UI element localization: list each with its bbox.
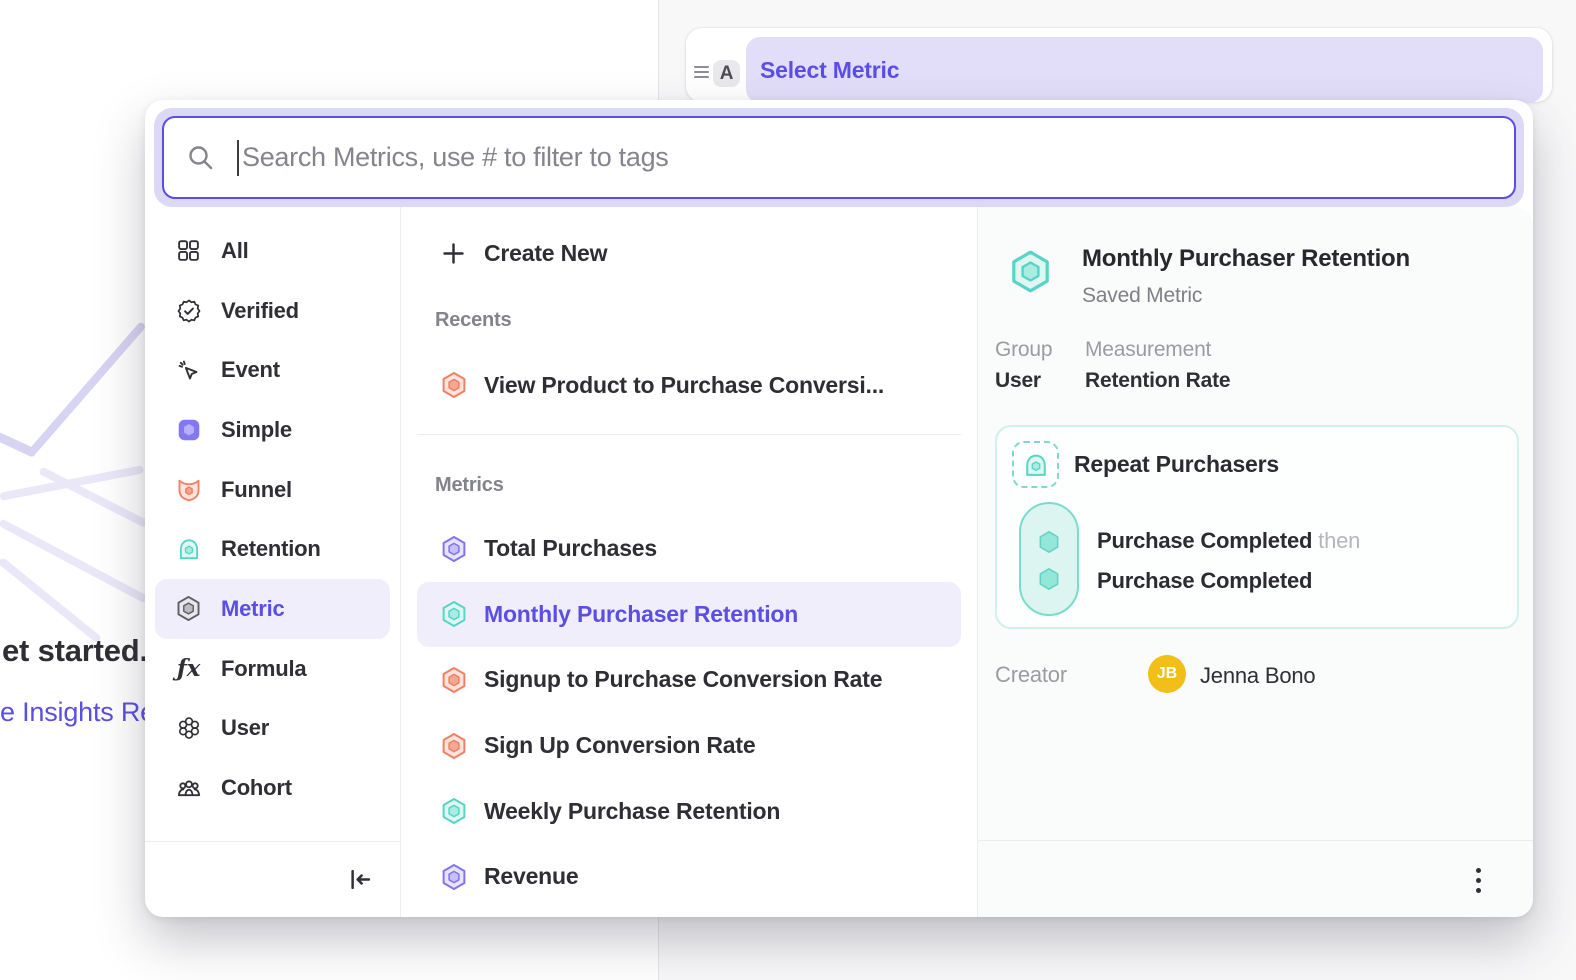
metric-row-label: Revenue bbox=[484, 863, 578, 890]
metric-hexagon-icon bbox=[440, 535, 468, 563]
select-metric-button[interactable]: Select Metric bbox=[746, 37, 1543, 103]
metric-row[interactable]: Revenue bbox=[417, 844, 961, 910]
metric-row-label: Total Purchases bbox=[484, 535, 657, 562]
metric-picker-modal: Search Metrics, use # to filter to tags … bbox=[145, 100, 1533, 917]
sidebar-item-label: Formula bbox=[221, 656, 306, 682]
metric-hexagon-icon bbox=[440, 863, 468, 891]
list-divider bbox=[417, 434, 961, 435]
metric-hexagon-icon bbox=[440, 600, 468, 628]
create-new-button[interactable]: Create New bbox=[440, 227, 607, 279]
collapse-left-icon[interactable] bbox=[347, 866, 374, 893]
step-hexagon-icon bbox=[1036, 566, 1062, 592]
metric-list-panel: Create New Recents View Product to Purch… bbox=[401, 207, 978, 917]
saved-metric-drop-icon bbox=[1012, 441, 1059, 488]
sidebar-item-label: User bbox=[221, 715, 269, 741]
creator-avatar: JB bbox=[1148, 655, 1186, 693]
sidebar-item-all[interactable]: All bbox=[155, 221, 390, 281]
measurement-value: Retention Rate bbox=[1085, 369, 1230, 393]
search-focus-ring: Search Metrics, use # to filter to tags bbox=[154, 108, 1524, 207]
sidebar-item-label: Funnel bbox=[221, 477, 292, 503]
metric-definition-card: Repeat Purchasers Purchase Completed the… bbox=[995, 425, 1519, 629]
sidebar-item-metric[interactable]: Metric bbox=[155, 579, 390, 639]
sidebar-item-label: All bbox=[221, 238, 249, 264]
retention-step-2: Purchase Completed bbox=[1097, 568, 1312, 594]
metric-row[interactable]: Sign Up Conversion Rate bbox=[417, 713, 961, 779]
user-icon bbox=[175, 715, 202, 742]
group-value: User bbox=[995, 369, 1041, 393]
details-subtitle: Saved Metric bbox=[1082, 284, 1202, 308]
background-report-link-fragment[interactable]: e Insights Re bbox=[0, 697, 155, 728]
creator-label: Creator bbox=[995, 662, 1067, 688]
metric-row[interactable]: Weekly Purchase Retention bbox=[417, 778, 961, 844]
formula-icon: ƒx bbox=[175, 655, 202, 682]
metric-row[interactable]: Signup to Purchase Conversion Rate bbox=[417, 647, 961, 713]
select-metric-label: Select Metric bbox=[760, 57, 899, 84]
retention-icon bbox=[175, 536, 202, 563]
chart-line bbox=[29, 321, 147, 455]
recent-metric-label: View Product to Purchase Conversi... bbox=[484, 372, 884, 399]
details-title: Monthly Purchaser Retention bbox=[1082, 245, 1410, 273]
step-hexagon-icon bbox=[1036, 529, 1062, 555]
metric-row-label: Monthly Purchaser Retention bbox=[484, 601, 798, 628]
cohort-icon bbox=[175, 775, 202, 802]
metric-row-selected[interactable]: Monthly Purchaser Retention bbox=[417, 582, 961, 648]
sidebar-item-event[interactable]: Event bbox=[155, 340, 390, 400]
text-caret bbox=[237, 140, 239, 176]
metric-details-panel: Monthly Purchaser Retention Saved Metric… bbox=[978, 207, 1533, 917]
metrics-header: Metrics bbox=[435, 474, 504, 497]
sidebar-item-label: Retention bbox=[221, 536, 321, 562]
drag-handle-icon[interactable] bbox=[694, 66, 709, 79]
sidebar-item-label: Verified bbox=[221, 298, 299, 324]
verified-badge-icon bbox=[175, 297, 202, 324]
search-placeholder: Search Metrics, use # to filter to tags bbox=[242, 142, 668, 173]
sidebar-item-simple[interactable]: Simple bbox=[155, 400, 390, 460]
create-new-label: Create New bbox=[484, 240, 607, 267]
creator-name: Jenna Bono bbox=[1200, 663, 1315, 689]
definition-card-title: Repeat Purchasers bbox=[1074, 451, 1279, 478]
measurement-label: Measurement bbox=[1085, 338, 1211, 362]
metric-row-label: Sign Up Conversion Rate bbox=[484, 732, 755, 759]
search-input[interactable]: Search Metrics, use # to filter to tags bbox=[162, 116, 1516, 199]
metric-row[interactable]: Total Purchases bbox=[417, 516, 961, 582]
funnel-icon bbox=[175, 476, 202, 503]
metric-hexagon-icon bbox=[1008, 249, 1053, 294]
metric-row-label: Signup to Purchase Conversion Rate bbox=[484, 666, 882, 693]
chart-line bbox=[0, 518, 148, 603]
sidebar-item-user[interactable]: User bbox=[155, 699, 390, 759]
grid-icon bbox=[175, 237, 202, 264]
metric-row-label: Weekly Purchase Retention bbox=[484, 798, 780, 825]
retention-step-1: Purchase Completed then bbox=[1097, 528, 1360, 554]
sidebar-item-formula[interactable]: ƒx Formula bbox=[155, 639, 390, 699]
sidebar-item-retention[interactable]: Retention bbox=[155, 519, 390, 579]
search-icon bbox=[186, 143, 215, 172]
recents-header: Recents bbox=[435, 309, 511, 332]
simple-metric-icon bbox=[175, 416, 202, 443]
metric-hexagon-icon bbox=[440, 732, 468, 760]
sidebar-item-label: Simple bbox=[221, 417, 292, 443]
metric-letter-badge: A bbox=[713, 60, 740, 87]
filter-sidebar: All Verified bbox=[145, 207, 401, 917]
sidebar-item-cohort[interactable]: Cohort bbox=[155, 758, 390, 818]
sidebar-item-funnel[interactable]: Funnel bbox=[155, 460, 390, 520]
recent-metric-row[interactable]: View Product to Purchase Conversi... bbox=[417, 353, 961, 417]
event-cursor-icon bbox=[175, 357, 202, 384]
plus-icon bbox=[440, 240, 467, 267]
metric-toolbar: A Select Metric bbox=[686, 28, 1552, 102]
more-options-icon[interactable] bbox=[1463, 864, 1493, 896]
retention-steps-capsule bbox=[1019, 502, 1079, 616]
sidebar-item-verified[interactable]: Verified bbox=[155, 281, 390, 341]
background-heading-fragment: et started. bbox=[2, 633, 148, 669]
group-label: Group bbox=[995, 338, 1052, 362]
funnel-metric-hexagon-icon bbox=[440, 371, 468, 399]
details-footer bbox=[978, 840, 1533, 917]
metric-hexagon-icon bbox=[440, 666, 468, 694]
step-connector: then bbox=[1318, 528, 1360, 553]
sidebar-item-label: Event bbox=[221, 357, 280, 383]
sidebar-item-label: Metric bbox=[221, 596, 285, 622]
sidebar-item-label: Cohort bbox=[221, 775, 292, 801]
metric-hexagon-icon bbox=[175, 595, 202, 622]
sidebar-footer bbox=[145, 841, 400, 917]
metric-hexagon-icon bbox=[440, 797, 468, 825]
